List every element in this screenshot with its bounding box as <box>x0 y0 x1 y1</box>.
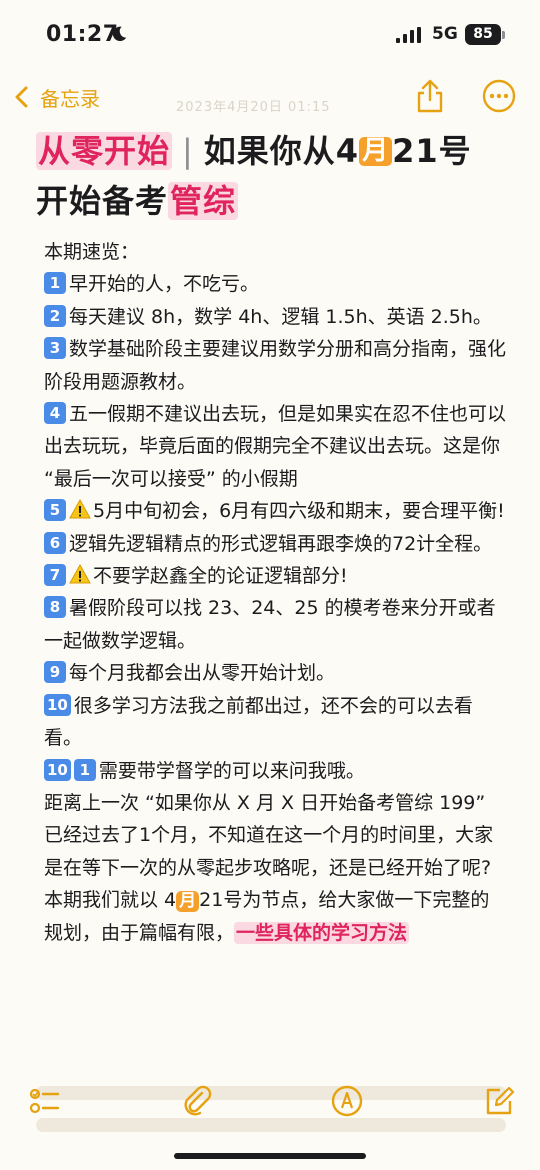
title-line2: 开始备考 <box>36 182 169 220</box>
text-highlight: 一些具体的学习方法 <box>234 921 410 944</box>
battery-indicator: 85 <box>465 24 501 45</box>
status-time: 01:27 <box>46 22 119 47</box>
nav-bar: 备忘录 2023年4月20日 01:15 <box>0 74 540 120</box>
moon-icon <box>112 26 127 42</box>
list-item-text: 数学基础阶段主要建议用数学分册和高分指南，强化阶段用题源教材。 <box>44 338 507 393</box>
keycap-number: 8 <box>44 596 66 619</box>
list-item: 7 不要学赵鑫全的论证逻辑部分! <box>36 560 506 592</box>
warning-icon <box>69 564 91 584</box>
markup-icon[interactable] <box>330 1084 364 1118</box>
list-item: 2 每天建议 8h，数学 4h、逻辑 1.5h、英语 2.5h。 <box>36 301 506 333</box>
title-text: 如果你从4 <box>203 132 360 170</box>
keycap-number: 4 <box>44 402 66 425</box>
list-item-text: 每天建议 8h，数学 4h、逻辑 1.5h、英语 2.5h。 <box>69 305 492 328</box>
share-icon[interactable] <box>414 78 446 114</box>
list-item-text: 早开始的人，不吃亏。 <box>69 273 260 296</box>
keycap-number: 7 <box>44 564 66 587</box>
battery-tip <box>502 31 505 39</box>
list-item: 5 5月中旬初会，6月有四六级和期末，要合理平衡! <box>36 495 506 527</box>
list-item: 6 逻辑先逻辑精点的形式逻辑再跟李焕的72计全程。 <box>36 528 506 560</box>
list-item: 3 数学基础阶段主要建议用数学分册和高分指南，强化阶段用题源教材。 <box>36 333 506 398</box>
month-badge: 月 <box>359 137 393 166</box>
list-item-text: 暑假阶段可以找 23、24、25 的模考卷来分开或者一起做数学逻辑。 <box>44 597 496 652</box>
signal-icon <box>396 27 421 43</box>
title-highlight: 从零开始 <box>36 132 173 170</box>
note-title: 从零开始 | 如果你从4 月21号 开始备考管综 <box>36 126 506 226</box>
keycap-number: 6 <box>44 531 66 554</box>
paragraph: 本期我们就以 4 月 21号为节点，给大家做一下完整的规划，由于篇幅有限， 一些具体的… <box>36 884 506 949</box>
bottom-toolbar <box>0 1078 540 1126</box>
keycap-number: 10 <box>44 693 71 716</box>
list-item-text: 5月中旬初会，6月有四六级和期末，要合理平衡! <box>93 500 505 523</box>
home-indicator[interactable] <box>174 1153 366 1159</box>
compose-icon[interactable] <box>482 1084 516 1118</box>
chevron-left-icon <box>15 86 28 108</box>
list-item-text: 五一假期不建议出去玩，但是如果实在忍不住也可以出去玩玩，毕竟后面的假期完全不建议… <box>44 403 507 490</box>
keycap-number: 1 <box>73 758 96 781</box>
list-item-text: 很多学习方法我之前都出过，还不会的可以去看看。 <box>44 694 473 750</box>
list-item-text: 每个月我都会出从零开始计划。 <box>69 662 336 685</box>
keycap-number: 10 <box>44 758 71 781</box>
back-label: 备忘录 <box>40 86 100 111</box>
keycap-number: 2 <box>44 304 66 327</box>
network-label: 5G <box>432 24 458 44</box>
status-bar: 01:27 5G 85 <box>0 0 540 70</box>
back-button[interactable]: 备忘录 <box>14 78 100 116</box>
paragraph-text: 本期我们就以 4 <box>44 889 177 912</box>
list-item: 8 暑假阶段可以找 23、24、25 的模考卷来分开或者一起做数学逻辑。 <box>36 592 506 657</box>
intro-line: 本期速览： <box>44 241 140 263</box>
warning-icon <box>69 499 91 519</box>
keycap-number: 3 <box>44 337 66 360</box>
title-text-end: 21号 <box>392 132 472 170</box>
note-body: 本期速览： 1 早开始的人，不吃亏。 2 每天建议 8h，数学 4h、逻辑 1.5h… <box>36 236 506 949</box>
list-item-text: 需要带学督学的可以来问我哦。 <box>98 759 365 782</box>
keycap-number: 9 <box>44 661 66 684</box>
keycap-number: 5 <box>44 499 66 522</box>
keycap-number: 1 <box>44 272 66 295</box>
more-icon[interactable] <box>482 79 516 113</box>
list-item-text: 不要学赵鑫全的论证逻辑部分! <box>93 565 348 588</box>
paperclip-icon[interactable] <box>180 1084 214 1118</box>
paragraph: 距离上一次 “如果你从 X 月 X 日开始备考管综 199” 已经过去了1个月，… <box>44 791 494 879</box>
list-item: 4 五一假期不建议出去玩，但是如果实在忍不住也可以出去玩玩，毕竟后面的假期完全不建… <box>36 398 506 495</box>
list-item: 10 很多学习方法我之前都出过，还不会的可以去看看。 <box>36 690 506 755</box>
title-separator: | <box>182 132 194 170</box>
checklist-icon[interactable] <box>28 1084 62 1118</box>
list-item-text: 逻辑先逻辑精点的形式逻辑再跟李焕的72计全程。 <box>69 532 493 555</box>
note-content[interactable]: 从零开始 | 如果你从4 月21号 开始备考管综 本期速览： 1 早开始的人，不吃亏。 … <box>36 126 506 949</box>
list-item: 1 早开始的人，不吃亏。 <box>36 268 506 300</box>
month-badge: 月 <box>176 891 200 912</box>
title-highlight-2: 管综 <box>168 182 239 220</box>
note-date: 2023年4月20日 01:15 <box>176 100 331 115</box>
list-item: 9 每个月我都会出从零开始计划。 <box>36 657 506 689</box>
list-item: 10 1 需要带学督学的可以来问我哦。 <box>36 755 506 787</box>
